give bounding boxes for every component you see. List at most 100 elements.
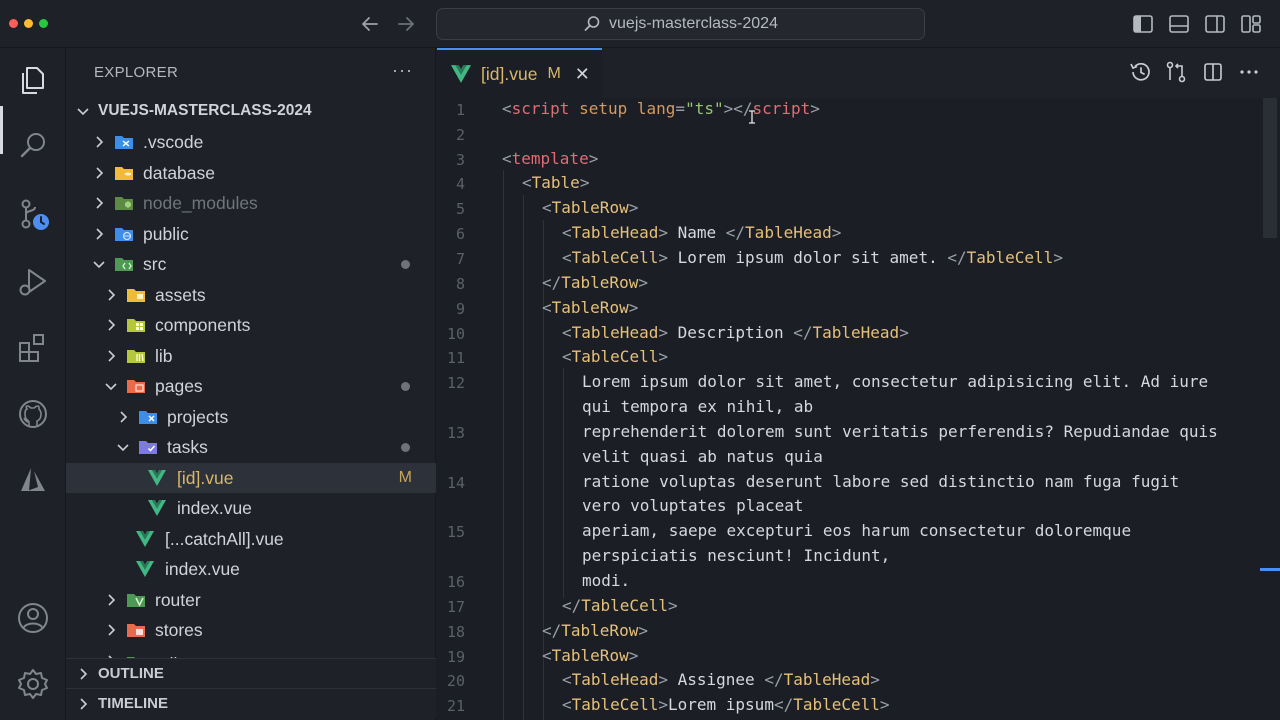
chevron-right-icon: [108, 350, 116, 362]
explorer-more-actions[interactable]: ···: [392, 60, 413, 81]
tab-id-vue[interactable]: [id].vue M ✕: [437, 48, 602, 98]
github-icon[interactable]: [15, 396, 51, 432]
line-number: 11: [446, 349, 465, 367]
tree-label: index.vue: [165, 558, 240, 579]
tree-label: projects: [167, 406, 229, 427]
command-center-search[interactable]: vuejs-masterclass-2024: [436, 8, 925, 40]
tree-file-id-vue[interactable]: [id].vue M: [66, 463, 436, 493]
tree-label: router: [155, 589, 201, 610]
azure-icon[interactable]: [15, 462, 51, 498]
folder-public-icon: [115, 228, 133, 241]
settings-gear-icon[interactable]: [15, 666, 51, 702]
tree-folder-router[interactable]: router: [66, 585, 436, 615]
run-debug-icon[interactable]: [15, 264, 51, 300]
modified-dot: [401, 381, 410, 391]
line-number: 16: [446, 573, 465, 591]
customize-layout-icon[interactable]: [1239, 12, 1263, 36]
tree-folder-projects[interactable]: projects: [66, 402, 436, 432]
extensions-icon[interactable]: [15, 330, 51, 366]
tree-folder-assets[interactable]: assets: [66, 280, 436, 310]
outline-section[interactable]: OUTLINE: [66, 658, 436, 688]
vue-file-icon: [148, 470, 166, 486]
tree-label: node_modules: [143, 192, 258, 213]
text-cursor-icon: [749, 110, 755, 124]
folder-src-icon: [115, 258, 133, 271]
tree-label: stores: [155, 619, 203, 640]
chevron-down-icon: [77, 108, 89, 116]
explorer-sidebar: EXPLORER ··· VUEJS-MASTERCLASS-2024 .vsc…: [66, 48, 436, 720]
more-actions-icon[interactable]: [1237, 60, 1261, 84]
code-line-12b: qui tempora ex nihil, ab: [582, 397, 814, 416]
code-editor[interactable]: 1 2 3 4 5 6 7 8 9 10 11 12 13 14 15 16 1…: [437, 98, 1280, 720]
explorer-icon[interactable]: [15, 62, 51, 98]
tab-label: [id].vue: [481, 63, 538, 84]
tab-modified-badge: M: [547, 65, 561, 82]
line-number: 19: [446, 648, 465, 666]
close-window-button[interactable]: [9, 19, 18, 28]
timeline-history-icon[interactable]: [1128, 60, 1152, 84]
account-icon[interactable]: [15, 600, 51, 636]
chevron-right-icon: [108, 594, 116, 606]
maximize-window-button[interactable]: [39, 19, 48, 28]
code-line-13b: velit quasi ab natus quia: [582, 447, 823, 466]
tree-file-pages-index-vue[interactable]: index.vue: [66, 554, 436, 584]
back-arrow-icon[interactable]: [359, 13, 381, 35]
tree-folder-stores[interactable]: stores: [66, 615, 436, 645]
folder-projects-icon: [139, 411, 157, 424]
chevron-right-icon: [96, 167, 104, 179]
forward-arrow-icon[interactable]: [395, 13, 417, 35]
chevron-right-icon: [96, 136, 104, 148]
tree-label: [...catchAll].vue: [165, 528, 284, 549]
folder-database-icon: [115, 167, 133, 180]
line-number: 18: [446, 623, 465, 641]
folder-lib-icon: [127, 350, 145, 363]
tree-folder-lib[interactable]: lib: [66, 341, 436, 371]
project-root-folder[interactable]: VUEJS-MASTERCLASS-2024: [66, 96, 436, 126]
tree-label: index.vue: [177, 497, 252, 518]
tree-folder-tasks[interactable]: tasks: [66, 432, 436, 462]
code-line-17: </TableCell>: [562, 596, 678, 615]
tree-folder-database[interactable]: database: [66, 158, 436, 188]
tree-folder-node-modules[interactable]: node_modules: [66, 188, 436, 218]
code-line-14b: vero voluptates placeat: [582, 496, 804, 515]
folder-router-icon: [127, 594, 145, 607]
code-line-3: <template>: [502, 149, 599, 168]
tree-label: components: [155, 314, 251, 335]
folder-assets-icon: [127, 289, 145, 302]
tree-folder-vscode[interactable]: .vscode: [66, 127, 436, 157]
code-line-11: <TableCell>: [562, 347, 668, 366]
chevron-right-icon: [80, 667, 88, 680]
toggle-secondary-sidebar-icon[interactable]: [1203, 12, 1227, 36]
tree-file-tasks-index-vue[interactable]: index.vue: [66, 493, 436, 523]
toggle-primary-sidebar-icon[interactable]: [1131, 12, 1155, 36]
code-line-16: modi.: [582, 571, 631, 590]
search-icon[interactable]: [15, 128, 51, 164]
line-number: 2: [455, 126, 465, 144]
chevron-down-icon: [117, 444, 129, 452]
line-number: 6: [455, 225, 465, 243]
split-editor-icon[interactable]: [1201, 60, 1225, 84]
vue-file-icon: [148, 500, 166, 516]
tab-close-icon[interactable]: ✕: [575, 64, 590, 85]
tree-folder-components[interactable]: components: [66, 310, 436, 340]
code-line-12a: Lorem ipsum dolor sit amet, consectetur …: [582, 372, 1209, 391]
code-line-9: <TableRow>: [542, 298, 639, 317]
tree-folder-public[interactable]: public: [66, 219, 436, 249]
tree-folder-pages[interactable]: pages: [66, 371, 436, 401]
folder-vscode-icon: [115, 136, 133, 149]
folder-tasks-icon: [139, 441, 157, 454]
minimize-window-button[interactable]: [24, 19, 33, 28]
source-control-icon[interactable]: [15, 196, 51, 232]
editor-scrollbar[interactable]: [1263, 98, 1277, 238]
line-number: 14: [446, 474, 465, 492]
modified-dot: [401, 442, 410, 452]
timeline-section[interactable]: TIMELINE: [66, 688, 436, 718]
code-line-7: <TableCell> Lorem ipsum dolor sit amet. …: [562, 248, 1063, 267]
tree-folder-src[interactable]: src: [66, 249, 436, 279]
open-changes-icon[interactable]: [1164, 60, 1188, 84]
line-number: 8: [455, 275, 465, 293]
tree-file-catchall-vue[interactable]: [...catchAll].vue: [66, 524, 436, 554]
search-icon: [584, 16, 600, 31]
toggle-panel-icon[interactable]: [1167, 12, 1191, 36]
line-number: 21: [446, 697, 465, 715]
